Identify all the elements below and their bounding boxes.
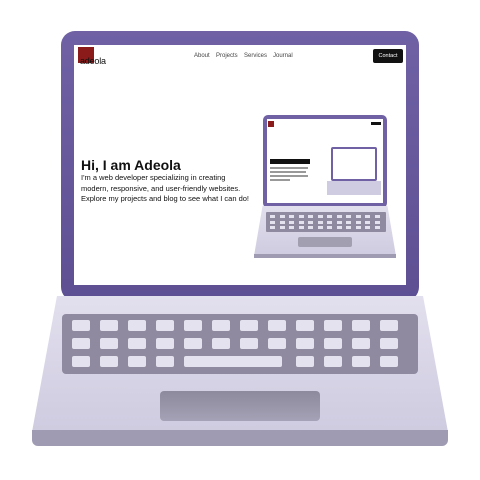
mini-contact-button <box>371 122 381 125</box>
mini-laptop-touchpad <box>298 237 352 247</box>
mini-keyboard-key <box>270 226 275 229</box>
mini-keyboard-key <box>308 215 313 218</box>
mini-keyboard-key <box>289 226 294 229</box>
nav-projects[interactable]: Projects <box>216 53 238 59</box>
keyboard-key <box>352 338 370 349</box>
mini-hero-line <box>270 171 306 173</box>
mini-keyboard-key <box>317 226 323 229</box>
mini-keyboard-key <box>327 215 332 218</box>
laptop-keyboard <box>62 314 418 374</box>
mini-laptop-front <box>254 254 396 258</box>
mini-keyboard-key <box>279 215 285 218</box>
mini-keyboard-key <box>336 226 342 229</box>
keyboard-key <box>72 356 90 367</box>
keyboard-key <box>212 338 230 349</box>
keyboard-key <box>128 320 146 331</box>
nav-journal[interactable]: Journal <box>273 53 293 59</box>
mini-keyboard-key <box>289 215 294 218</box>
keyboard-key <box>324 320 342 331</box>
keyboard-key <box>352 320 370 331</box>
mini-keyboard-key <box>355 215 361 218</box>
mini-hero-title <box>270 159 310 164</box>
mini-keyboard-key <box>270 215 275 218</box>
mini-keyboard-key <box>298 220 304 224</box>
keyboard-key <box>324 338 342 349</box>
mini-keyboard-key <box>298 226 304 229</box>
mini-nested-screen <box>333 149 375 179</box>
mini-keyboard-key <box>279 226 285 229</box>
keyboard-key <box>156 338 174 349</box>
keyboard-key <box>296 338 314 349</box>
mini-keyboard-key <box>336 220 342 224</box>
hero-title: Hi, I am Adeola <box>81 157 181 173</box>
mini-keyboard-key <box>327 220 332 224</box>
keyboard-key <box>240 338 258 349</box>
mini-keyboard-key <box>355 220 361 224</box>
contact-button[interactable]: Contact <box>373 49 403 63</box>
mini-keyboard-key <box>365 215 370 218</box>
mini-keyboard-key <box>374 226 380 229</box>
keyboard-key <box>128 356 146 367</box>
keyboard-key <box>268 338 286 349</box>
laptop-base-front <box>32 430 448 446</box>
keyboard-key <box>128 338 146 349</box>
keyboard-key <box>296 320 314 331</box>
laptop-touchpad <box>160 391 320 421</box>
keyboard-key <box>380 338 398 349</box>
keyboard-key <box>296 356 314 367</box>
keyboard-key <box>324 356 342 367</box>
mini-hero-line <box>270 167 308 169</box>
nav-services[interactable]: Services <box>244 53 267 59</box>
mini-keyboard-key <box>308 220 313 224</box>
keyboard-key <box>212 320 230 331</box>
keyboard-key <box>268 320 286 331</box>
keyboard-key <box>184 338 202 349</box>
logo-text[interactable]: adeola <box>80 56 106 66</box>
mini-keyboard-key <box>355 226 361 229</box>
keyboard-key <box>72 338 90 349</box>
keyboard-key <box>352 356 370 367</box>
mini-keyboard-key <box>298 215 304 218</box>
mini-keyboard-key <box>270 220 275 224</box>
keyboard-key <box>184 320 202 331</box>
keyboard-key <box>156 356 174 367</box>
mini-keyboard-key <box>308 226 313 229</box>
mini-keyboard-key <box>317 215 323 218</box>
keyboard-key <box>100 338 118 349</box>
keyboard-spacebar <box>184 356 282 367</box>
mini-keyboard-key <box>346 220 351 224</box>
mini-laptop-keyboard <box>266 212 386 232</box>
nav-about[interactable]: About <box>194 53 210 59</box>
mini-keyboard-key <box>317 220 323 224</box>
keyboard-key <box>72 320 90 331</box>
keyboard-key <box>100 320 118 331</box>
mini-hero-line <box>270 179 290 181</box>
mini-keyboard-key <box>374 215 380 218</box>
mini-keyboard-key <box>374 220 380 224</box>
mini-logo-mark <box>268 121 274 127</box>
mini-hero-line <box>270 175 308 177</box>
mini-nested-laptop <box>331 147 377 181</box>
mini-keyboard-key <box>279 220 285 224</box>
mini-keyboard-key <box>327 226 332 229</box>
keyboard-key <box>156 320 174 331</box>
hero-description: I'm a web developer specializing in crea… <box>81 173 250 203</box>
keyboard-key <box>100 356 118 367</box>
keyboard-key <box>380 356 398 367</box>
keyboard-key <box>240 320 258 331</box>
keyboard-key <box>380 320 398 331</box>
mini-keyboard-key <box>365 220 370 224</box>
mini-nested-base <box>327 181 381 195</box>
mini-laptop-screen <box>267 119 383 203</box>
mini-keyboard-key <box>365 226 370 229</box>
mini-keyboard-key <box>346 226 351 229</box>
mini-keyboard-key <box>336 215 342 218</box>
mini-keyboard-key <box>289 220 294 224</box>
mini-keyboard-key <box>346 215 351 218</box>
